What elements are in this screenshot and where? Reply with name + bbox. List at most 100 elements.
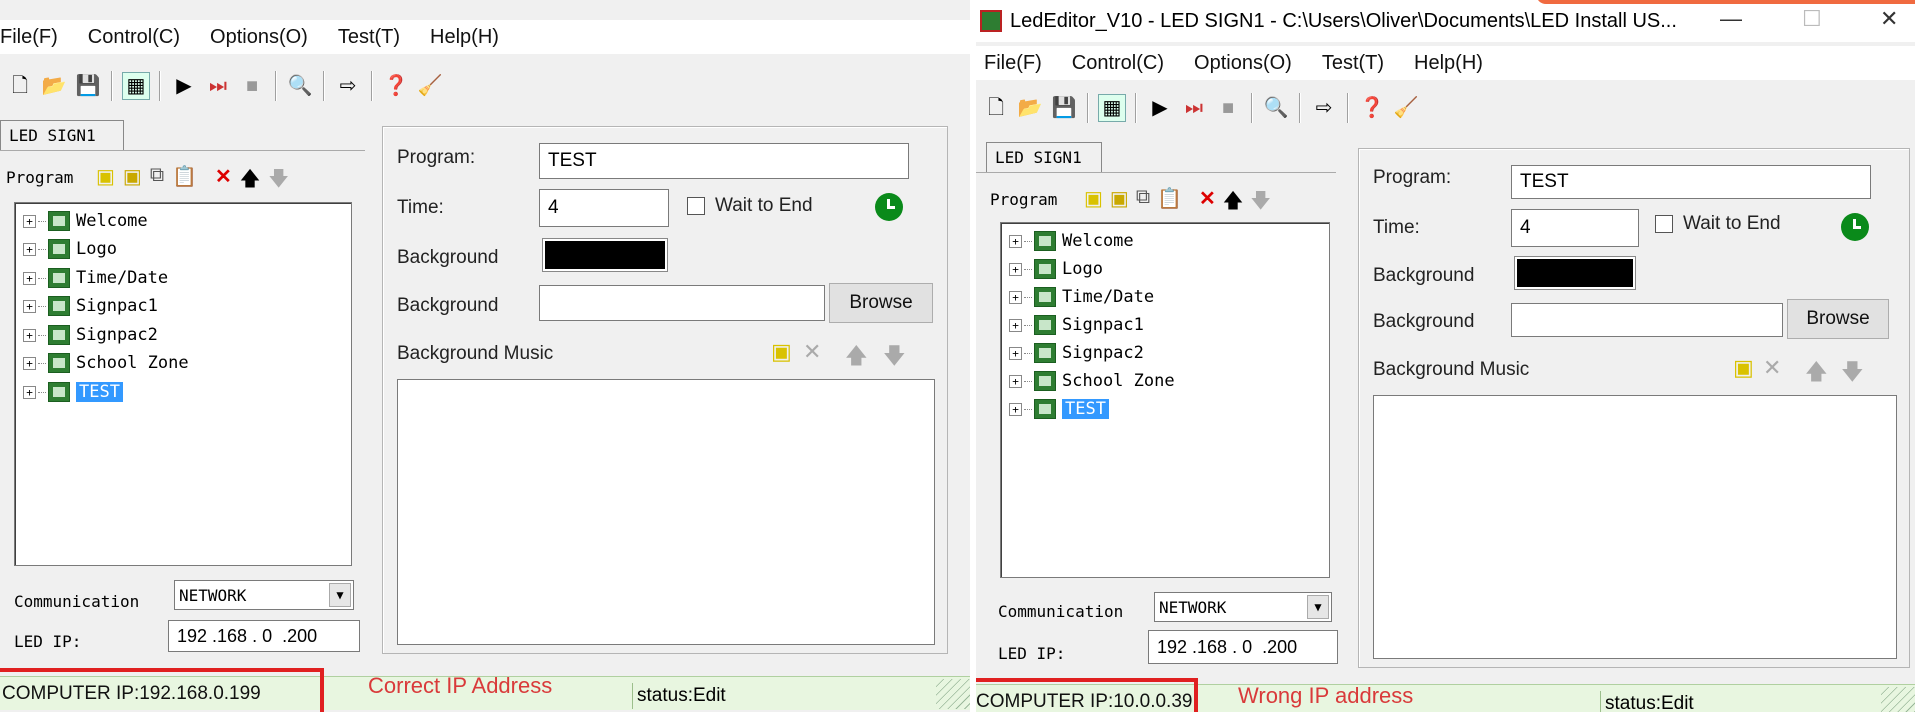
music-down-icon[interactable]: 🡇 (883, 339, 906, 377)
program-name-input[interactable]: TEST (1511, 165, 1871, 199)
move-up-icon[interactable]: 🡅 (1223, 186, 1244, 220)
tree-item[interactable]: + Signpac1 (1009, 313, 1144, 337)
menu-control[interactable]: Control(C) (88, 26, 180, 49)
save-icon[interactable]: 💾 (1050, 94, 1078, 122)
tree-item-selected[interactable]: + TEST (23, 380, 123, 404)
time-label: Time: (1373, 217, 1420, 238)
delete-icon[interactable]: ✕ (1199, 186, 1216, 220)
tree-item[interactable]: + Welcome (1009, 229, 1134, 253)
tree-item[interactable]: + Time/Date (1009, 285, 1154, 309)
tree-item[interactable]: + Welcome (23, 209, 148, 233)
remove-music-icon[interactable]: ✕ (803, 339, 821, 365)
led-ip-input[interactable]: 192 .168 . 0 .200 (1148, 630, 1338, 664)
add-program-icon[interactable]: ▣ (96, 164, 115, 198)
tab-led-sign1[interactable]: LED SIGN1 (0, 120, 124, 150)
music-list[interactable] (397, 379, 935, 645)
play-icon[interactable]: ▶ (1146, 94, 1174, 122)
communication-select[interactable]: NETWORK ▼ (174, 580, 354, 610)
copy-icon[interactable]: ⧉ (1136, 186, 1150, 220)
wait-to-end-checkbox[interactable] (1655, 215, 1673, 233)
help-icon[interactable]: ❓ (1358, 94, 1386, 122)
move-down-icon[interactable]: 🡇 (268, 164, 289, 198)
clean-icon[interactable]: 🧹 (1392, 94, 1420, 122)
play-icon[interactable]: ▶ (170, 72, 198, 100)
resize-grip-icon[interactable] (1881, 687, 1915, 712)
music-list[interactable] (1373, 395, 1897, 659)
tree-item[interactable]: + Logo (23, 237, 117, 261)
paste-icon[interactable]: 📋 (172, 164, 197, 198)
background-color-picker[interactable] (542, 238, 668, 272)
wait-to-end-checkbox[interactable] (687, 197, 705, 215)
tree-item[interactable]: + Logo (1009, 257, 1103, 281)
send-icon[interactable]: ⇨ (334, 72, 362, 100)
move-up-icon[interactable]: 🡅 (240, 164, 261, 198)
add-program-alt-icon[interactable]: ▣ (123, 164, 142, 198)
new-file-icon[interactable]: 🗋 (6, 72, 34, 100)
chevron-down-icon[interactable]: ▼ (1307, 595, 1329, 619)
browse-button[interactable]: Browse (829, 283, 933, 323)
tree-item[interactable]: + School Zone (23, 351, 189, 375)
clean-icon[interactable]: 🧹 (416, 72, 444, 100)
menu-control[interactable]: Control(C) (1072, 52, 1164, 75)
menu-help[interactable]: Help(H) (1414, 52, 1483, 75)
copy-icon[interactable]: ⧉ (150, 164, 164, 198)
play-step-icon[interactable]: ⏭ (1180, 94, 1208, 122)
play-step-icon[interactable]: ⏭ (204, 72, 232, 100)
background-color-picker[interactable] (1514, 256, 1636, 290)
background-image-input[interactable] (539, 285, 825, 321)
music-up-icon[interactable]: 🡅 (1805, 355, 1828, 393)
add-program-icon[interactable]: ▣ (1084, 186, 1103, 220)
time-input[interactable]: 4 (539, 189, 669, 227)
delete-icon[interactable]: ✕ (215, 164, 232, 198)
remove-music-icon[interactable]: ✕ (1763, 355, 1781, 381)
add-program-alt-icon[interactable]: ▣ (1110, 186, 1129, 220)
paste-icon[interactable]: 📋 (1157, 186, 1182, 220)
tree-item-selected[interactable]: + TEST (1009, 397, 1109, 421)
led-ip-input[interactable]: 192 .168 . 0 .200 (168, 620, 360, 652)
menu-test[interactable]: Test(T) (1322, 52, 1384, 75)
close-icon[interactable]: ✕ (1880, 6, 1898, 32)
music-up-icon[interactable]: 🡅 (845, 339, 868, 377)
minimize-icon[interactable]: — (1720, 6, 1742, 32)
move-down-icon[interactable]: 🡇 (1250, 186, 1271, 220)
stop-icon[interactable]: ■ (1214, 94, 1242, 122)
menu-file[interactable]: File(F) (0, 26, 58, 49)
clock-icon[interactable] (875, 193, 903, 221)
program-tree[interactable]: + Welcome + Logo + Time/Date + Signpac1 + Sig… (1000, 222, 1330, 578)
background-image-input[interactable] (1511, 303, 1783, 337)
communication-select[interactable]: NETWORK ▼ (1154, 592, 1332, 622)
save-icon[interactable]: 💾 (74, 72, 102, 100)
screen-icon[interactable]: ▦ (1098, 94, 1126, 122)
program-tree[interactable]: + Welcome + Logo + Time/Date + Signpac1 + Sig… (14, 202, 352, 566)
tab-led-sign1[interactable]: LED SIGN1 (986, 142, 1102, 172)
menu-file[interactable]: File(F) (984, 52, 1042, 75)
menu-test[interactable]: Test(T) (338, 26, 400, 49)
add-music-icon[interactable]: ▣ (771, 339, 792, 365)
zoom-icon[interactable]: 🔍 (1262, 94, 1290, 122)
maximize-icon[interactable]: ☐ (1802, 6, 1822, 32)
clock-icon[interactable] (1841, 213, 1869, 241)
music-down-icon[interactable]: 🡇 (1841, 355, 1864, 393)
menu-help[interactable]: Help(H) (430, 26, 499, 49)
help-icon[interactable]: ❓ (382, 72, 410, 100)
menu-options[interactable]: Options(O) (210, 26, 308, 49)
tree-item[interactable]: + Signpac2 (1009, 341, 1144, 365)
menu-options[interactable]: Options(O) (1194, 52, 1292, 75)
open-folder-icon[interactable]: 📂 (1016, 94, 1044, 122)
chevron-down-icon[interactable]: ▼ (329, 583, 351, 607)
new-file-icon[interactable]: 🗋 (982, 94, 1010, 122)
stop-icon[interactable]: ■ (238, 72, 266, 100)
resize-grip-icon[interactable] (936, 679, 970, 709)
time-input[interactable]: 4 (1511, 209, 1639, 247)
tree-item[interactable]: + Signpac1 (23, 294, 158, 318)
browse-button[interactable]: Browse (1787, 299, 1889, 339)
send-icon[interactable]: ⇨ (1310, 94, 1338, 122)
program-name-input[interactable]: TEST (539, 143, 909, 179)
open-folder-icon[interactable]: 📂 (40, 72, 68, 100)
add-music-icon[interactable]: ▣ (1733, 355, 1754, 381)
tree-item[interactable]: + School Zone (1009, 369, 1175, 393)
screen-icon[interactable]: ▦ (122, 72, 150, 100)
zoom-icon[interactable]: 🔍 (286, 72, 314, 100)
tree-item[interactable]: + Time/Date (23, 266, 168, 290)
tree-item[interactable]: + Signpac2 (23, 323, 158, 347)
